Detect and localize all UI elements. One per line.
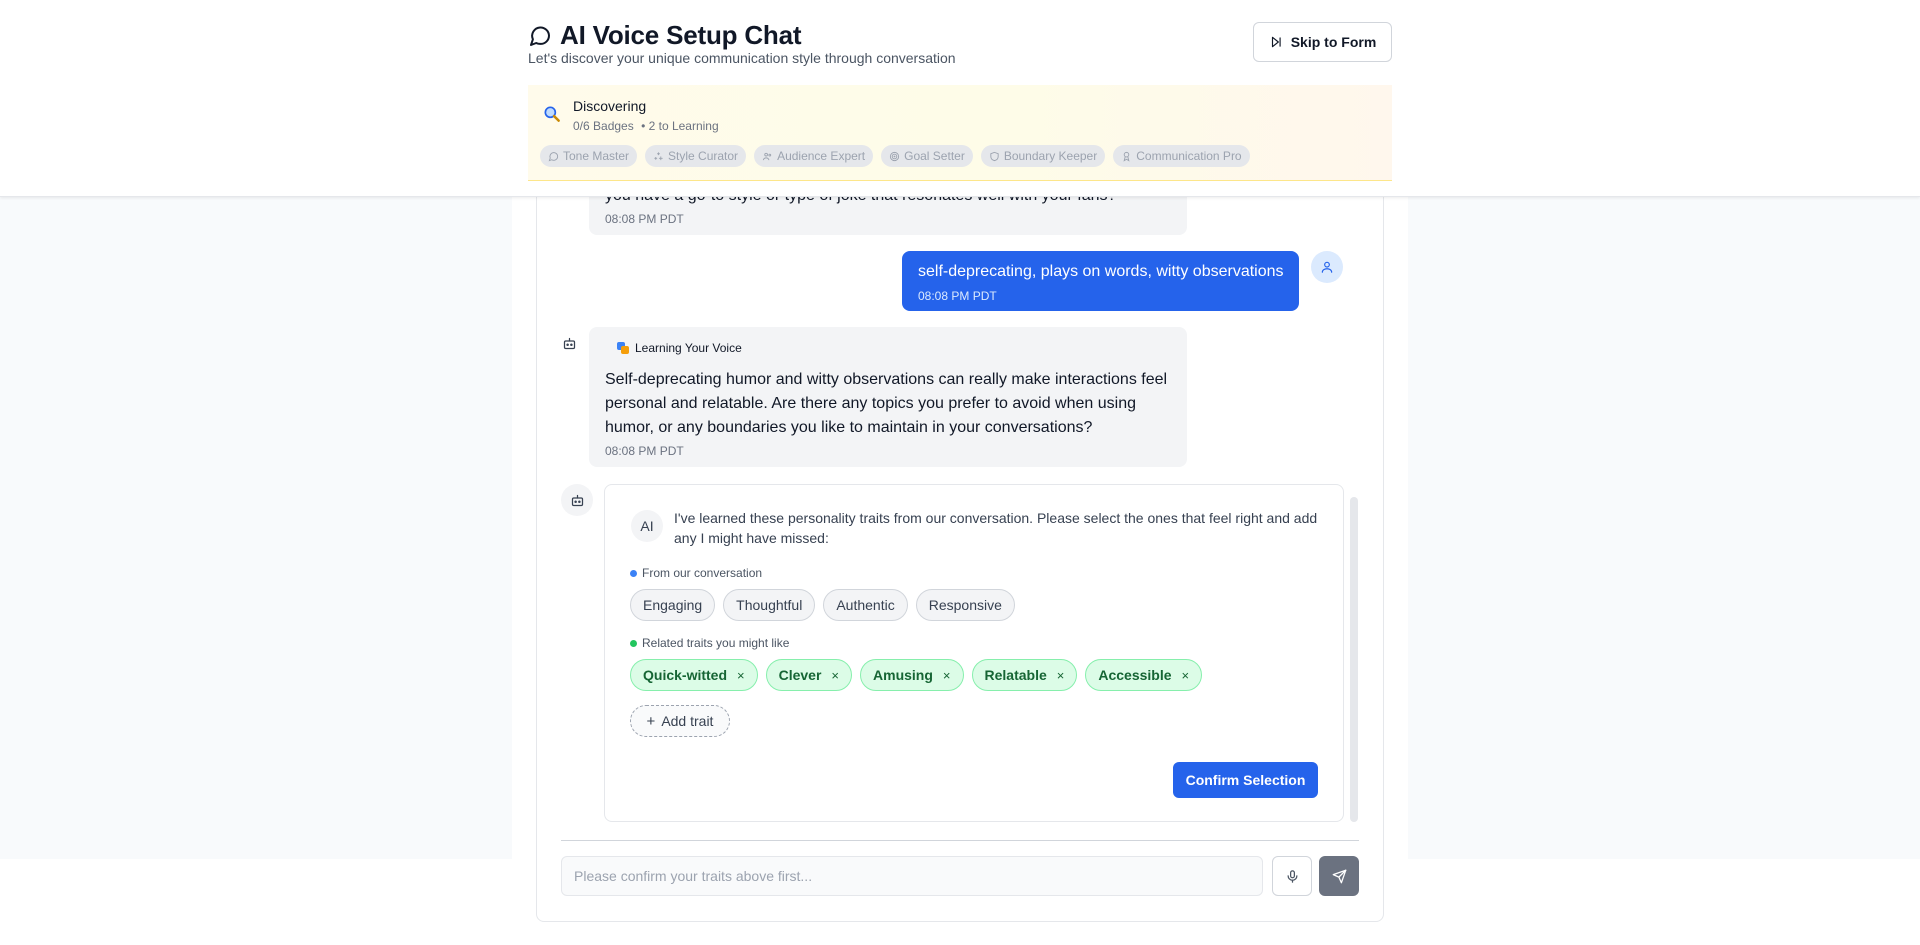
trait-label: Quick-witted [643, 667, 728, 683]
badge-label: Style Curator [668, 149, 739, 163]
user-icon [1321, 261, 1333, 273]
section-label-text: From our conversation [642, 566, 763, 580]
ai-label-avatar: AI [631, 510, 663, 542]
message-icon [548, 151, 559, 161]
composer-divider [561, 840, 1359, 841]
user-message-bubble: self-deprecating, plays on words, witty … [902, 251, 1299, 311]
add-trait-button[interactable]: + Add trait [630, 705, 730, 737]
bot-avatar [560, 334, 578, 352]
remove-icon[interactable]: × [943, 668, 951, 683]
sparkles-icon [654, 151, 663, 160]
next-stage: • 2 to Learning [641, 119, 719, 133]
remove-icon[interactable]: × [1182, 668, 1190, 683]
add-trait-label: Add trait [661, 713, 714, 729]
message-tag: Learning Your Voice [617, 341, 742, 355]
palette-icon [617, 342, 629, 354]
conversation-traits-label: From our conversation [630, 566, 762, 580]
related-trait-chip[interactable]: Accessible × [1085, 659, 1203, 691]
shield-icon [990, 151, 999, 161]
trait-card-scrollbar[interactable] [1350, 497, 1358, 822]
related-trait-chip[interactable]: Relatable × [971, 659, 1078, 691]
badge-audience-expert: Audience Expert [754, 145, 874, 167]
message-text: self-deprecating, plays on words, witty … [918, 263, 1284, 280]
related-traits-label: Related traits you might like [630, 636, 789, 650]
ai-message-bubble: Learning Your Voice Self-deprecating hum… [589, 327, 1187, 467]
chat-bubble-icon [530, 26, 551, 46]
badge-label: Boundary Keeper [1003, 149, 1098, 163]
badge-style-curator: Style Curator [645, 145, 747, 167]
badge-goal-setter: Goal Setter [881, 145, 973, 167]
mic-button[interactable] [1272, 856, 1312, 896]
trait-chip[interactable]: Authentic [823, 589, 908, 621]
conversation-traits-row: Engaging Thoughtful Authentic Responsive [630, 589, 1015, 621]
skip-forward-icon [1271, 36, 1281, 48]
plus-icon: + [646, 712, 656, 730]
trait-chip[interactable]: Thoughtful [723, 589, 816, 621]
badge-boundary-keeper: Boundary Keeper [980, 145, 1106, 167]
trait-label: Clever [778, 667, 822, 683]
page-title: AI Voice Setup Chat [560, 20, 802, 50]
green-dot-icon [630, 639, 637, 647]
badge-communication-pro: Communication Pro [1113, 145, 1250, 167]
users-icon [762, 152, 772, 160]
related-trait-chip[interactable]: Amusing × [860, 659, 964, 691]
related-trait-chip[interactable]: Quick-witted × [630, 659, 758, 691]
message-tag-label: Learning Your Voice [635, 341, 742, 355]
badge-label: Communication Pro [1136, 149, 1242, 163]
related-trait-chip[interactable]: Clever × [765, 659, 853, 691]
trait-chip[interactable]: Engaging [630, 589, 716, 621]
blue-dot-icon [630, 569, 637, 577]
remove-icon[interactable]: × [737, 668, 745, 683]
send-icon [1332, 869, 1346, 883]
confirm-selection-button[interactable]: Confirm Selection [1173, 762, 1318, 798]
related-traits-row: Quick-witted × Clever × Amusing × Relatable… [630, 659, 1203, 691]
trait-chip[interactable]: Responsive [915, 589, 1015, 621]
user-avatar [1311, 251, 1343, 283]
remove-icon[interactable]: × [831, 668, 839, 683]
badge-label: Goal Setter [904, 149, 965, 163]
badge-tone-master: Tone Master [540, 145, 638, 167]
title-row: AI Voice Setup Chat [528, 20, 802, 51]
badge-count: 0/6 Badges [573, 119, 634, 133]
bot-icon [571, 494, 583, 506]
message-input[interactable] [561, 856, 1263, 896]
page-header: AI Voice Setup Chat Let's discover your … [0, 0, 1920, 197]
bot-icon [563, 337, 575, 349]
magnifier-icon [542, 104, 562, 130]
page-subtitle: Let's discover your unique communication… [528, 50, 956, 66]
trait-intro-text: I've learned these personality traits fr… [674, 510, 1318, 546]
remove-icon[interactable]: × [1057, 668, 1065, 683]
skip-label: Skip to Form [1290, 34, 1377, 50]
badge-label: Tone Master [563, 149, 630, 163]
send-button[interactable] [1319, 856, 1359, 896]
progress-panel: Discovering 0/6 Badges • 2 to Learning T… [528, 85, 1392, 181]
mic-icon [1287, 869, 1297, 883]
award-icon [1123, 151, 1130, 162]
badge-label: Audience Expert [777, 149, 866, 163]
progress-stage: Discovering [573, 98, 647, 114]
message-timestamp: 08:08 PM PDT [605, 212, 684, 226]
progress-meta: 0/6 Badges • 2 to Learning [573, 119, 719, 133]
trait-label: Accessible [1098, 667, 1172, 683]
bot-avatar [561, 484, 593, 516]
message-text: Self-deprecating humor and witty observa… [605, 371, 1168, 436]
message-timestamp: 08:08 PM PDT [918, 289, 997, 303]
target-icon [890, 151, 900, 161]
skip-to-form-button[interactable]: Skip to Form [1253, 22, 1392, 62]
badge-list: Tone Master Style Curator Audience Exper… [540, 145, 1250, 167]
section-label-text: Related traits you might like [642, 636, 790, 650]
trait-label: Relatable [984, 667, 1047, 683]
trait-label: Amusing [873, 667, 933, 683]
message-timestamp: 08:08 PM PDT [605, 444, 684, 458]
